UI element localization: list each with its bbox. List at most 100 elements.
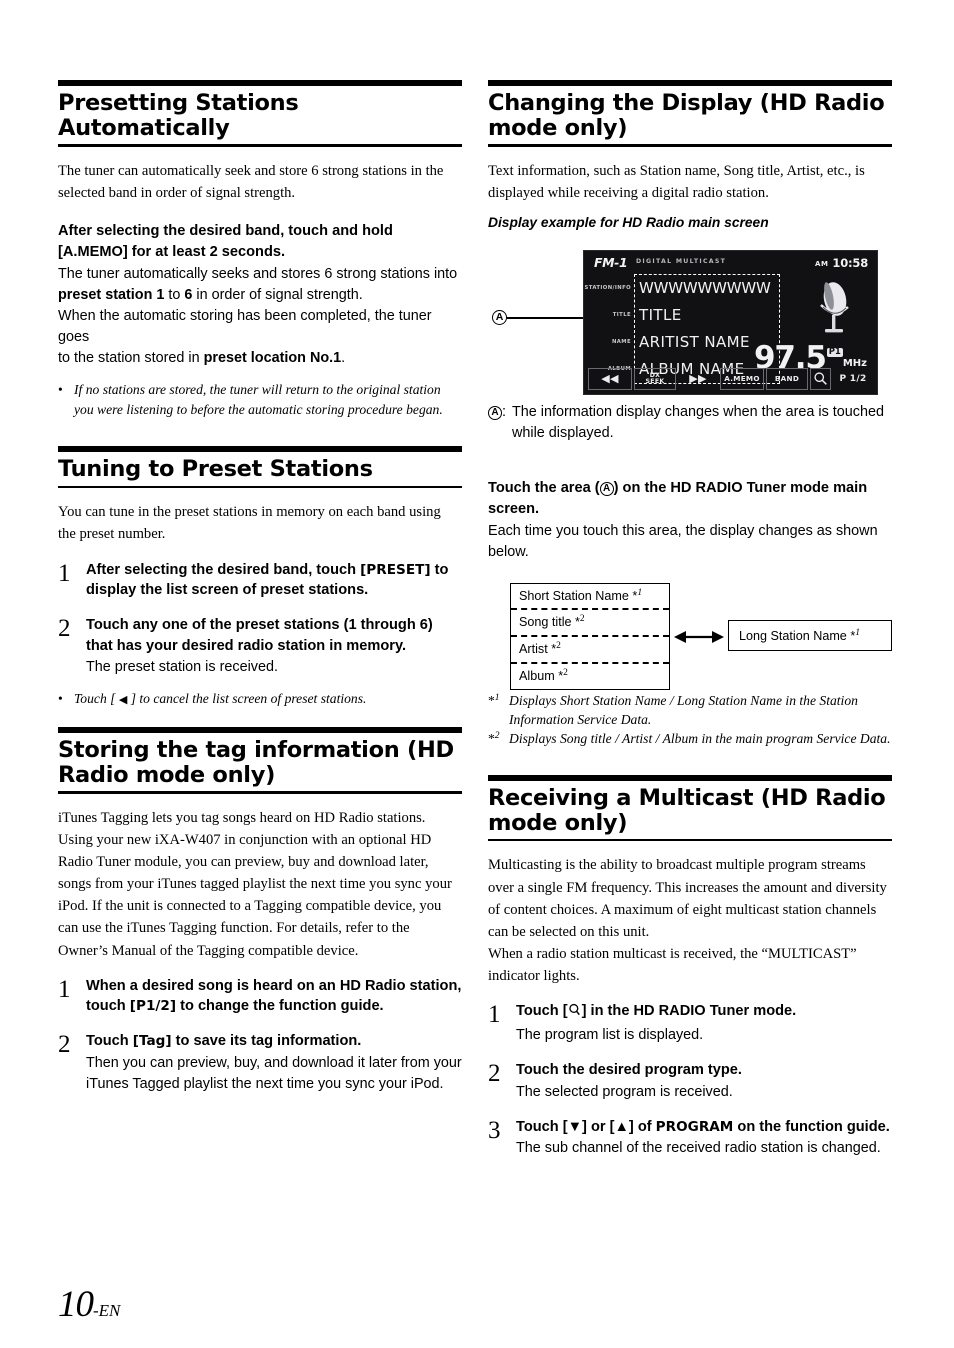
search-icon [568, 1003, 582, 1024]
intro-paragraph: Text information, such as Station name, … [488, 162, 865, 202]
row-label-line1: TITLE [612, 311, 631, 318]
manual-page: Presetting Stations Automatically The tu… [0, 0, 954, 1348]
step-item: 3 Touch [▼] or [▲] of PROGRAM on the fun… [488, 1117, 892, 1160]
footnote-marker: *2 [488, 729, 509, 748]
step-item: 2 Touch the desired program type. The se… [488, 1060, 892, 1103]
footnote-sup: 1 [855, 627, 860, 638]
step-heading: When a desired song is heard on an HD Ra… [86, 976, 462, 1017]
row-text: Song title [519, 615, 576, 630]
instruction-body-line-3: When the automatic storing has been comp… [58, 307, 432, 345]
section-title: Presetting Stations Automatically [58, 90, 299, 142]
search-button[interactable] [810, 368, 831, 391]
note-text: Touch [ ◀ ] to cancel the list screen of… [74, 689, 462, 709]
instruction-body-line-4: to the station stored in preset location… [58, 348, 462, 369]
footnote-sup: 2 [494, 731, 500, 742]
touch-area-body: Each time you touch this area, the displ… [488, 522, 878, 560]
footnote-star: * [488, 692, 495, 708]
preset-key-label: [PRESET] [360, 561, 431, 578]
row-label-title: TITLE [588, 302, 634, 329]
step-item: 1 When a desired song is heard on an HD … [58, 976, 462, 1017]
search-icon [813, 371, 828, 388]
left-column: Presetting Stations Automatically The tu… [58, 80, 462, 1095]
preset-station-bold: preset station 1 [58, 286, 165, 303]
diagram-row-short-station-name: Short Station Name *1 [511, 584, 669, 609]
callout-note-colon: : [502, 404, 506, 421]
diagram-row-album: Album *2 [511, 661, 669, 689]
preset-station-post: in order of signal strength. [192, 286, 363, 303]
next-track-button[interactable]: ▶▶ [678, 368, 718, 390]
intro-paragraph: The tuner can automatically seek and sto… [58, 162, 444, 202]
footnote-text: Displays Short Station Name / Long Stati… [509, 692, 858, 727]
hd-radio-screen-figure: A FM-1 DIGITAL MULTICAST AM 10:58 STATIO… [488, 246, 892, 398]
note-no-stations: • If no stations are stored, the tuner w… [58, 380, 462, 421]
step-head-b: to save its tag information. [171, 1033, 362, 1050]
band-button[interactable]: BAND [766, 368, 808, 391]
touch-head-a: Touch the area ( [488, 480, 600, 497]
clock-ampm: AM [814, 260, 829, 269]
band-indicator: FM-1 [594, 255, 628, 271]
step-head-a: Touch [ [516, 1003, 568, 1020]
section-changing-the-display: Changing the Display (HD Radio mode only… [488, 80, 892, 147]
step-head-b: ] in the HD RADIO Tuner mode. [581, 1003, 797, 1020]
row-text: Album [519, 668, 559, 683]
footnote-marker: *1 [488, 691, 509, 730]
footnote-2: *2 Displays Song title / Artist / Album … [488, 729, 892, 748]
page-number-value: 10 [58, 1284, 94, 1325]
dx-seek-button[interactable]: DX SEEK [634, 368, 676, 391]
footnote-text: Displays Song title / Artist / Album in … [509, 731, 891, 747]
step-heading: Touch [ ] in the HD RADIO Tuner mode. [516, 1001, 892, 1024]
microphone-icon [811, 279, 855, 337]
preset-station-mid: to [164, 286, 185, 303]
display-cycle-diagram: Short Station Name *1 Song title *2 Arti… [488, 581, 892, 691]
callout-note-text: The information display changes when the… [512, 404, 884, 442]
step-head-a: After selecting the desired band, touch [86, 561, 361, 578]
footnote-star: * [488, 731, 495, 747]
row-label-name: NAME [588, 329, 634, 356]
bold-instruction-line-1: After selecting the desired band, touch … [58, 223, 393, 240]
bullet-glyph: • [58, 381, 63, 397]
digital-multicast-indicator: DIGITAL MULTICAST [636, 258, 727, 266]
bullet-glyph: • [58, 691, 63, 707]
title-value: TITLE [639, 306, 682, 325]
note-text-a: Touch [ [74, 691, 119, 707]
footnote-sup: 2 [563, 667, 568, 678]
row-label-line1: NAME [611, 338, 631, 345]
section-title: Receiving a Multicast (HD Radio mode onl… [488, 784, 886, 836]
heading-rule-bottom [58, 144, 462, 147]
clock-display: AM 10:58 [815, 256, 868, 270]
right-column: Changing the Display (HD Radio mode only… [488, 80, 892, 1159]
row-text: Long Station Name [739, 628, 851, 643]
row-label-station-info: STATION/ INFO [585, 275, 634, 302]
intro-paragraph-b: When a radio station multicast is receiv… [488, 946, 857, 985]
callout-marker-a: A [492, 310, 507, 326]
footnote-sup: 1 [494, 692, 500, 703]
hd-radio-screen: FM-1 DIGITAL MULTICAST AM 10:58 STATION/… [584, 251, 877, 395]
program-key-label: PROGRAM [655, 1118, 734, 1135]
heading-rule-bottom [58, 791, 462, 794]
step-number: 1 [58, 559, 71, 587]
footnote-sup: 2 [556, 641, 561, 652]
clock-time: 10:58 [832, 256, 868, 271]
diagram-row-artist: Artist *2 [511, 635, 669, 662]
step-item: 1 Touch [ ] in the HD RADIO Tuner mode. … [488, 1001, 892, 1046]
note-text: If no stations are stored, the tuner wil… [74, 381, 443, 418]
row-text: Artist [519, 642, 552, 657]
callout-leader-line [507, 317, 587, 319]
preset-location-bold: preset location No.1 [203, 349, 342, 366]
bidirectional-arrow-icon [674, 629, 724, 645]
page-1-2-button[interactable]: P 1/2 [833, 368, 873, 390]
circled-a-icon: A [488, 406, 502, 421]
note-text-b: ] to cancel the list screen of preset st… [127, 691, 367, 707]
long-station-name-box: Long Station Name *1 [728, 619, 892, 651]
preset-location-post: . [341, 349, 346, 366]
heading-rule-bottom [58, 485, 462, 489]
step-heading: Touch any one of the preset stations (1 … [86, 616, 433, 654]
step-number: 1 [488, 1001, 501, 1029]
instruction-body-line-2: preset station 1 to 6 in order of signal… [58, 285, 462, 306]
screen-status-bar: FM-1 DIGITAL MULTICAST AM 10:58 [584, 251, 877, 273]
prev-track-button[interactable]: ◀◀ [588, 368, 632, 391]
footnote-1: *1 Displays Short Station Name / Long St… [488, 691, 892, 730]
page-number-suffix: -EN [93, 1301, 121, 1320]
a-memo-button[interactable]: A.MEMO [720, 368, 764, 391]
preset-badge: P1 [826, 347, 843, 358]
